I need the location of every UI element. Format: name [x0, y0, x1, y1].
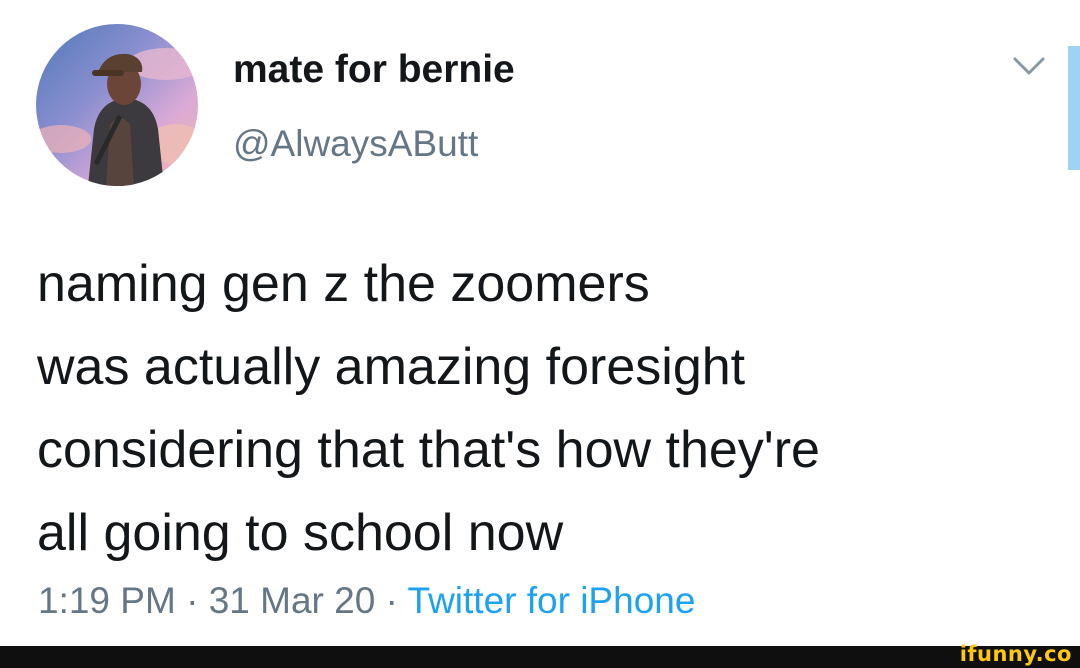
avatar[interactable]	[36, 24, 198, 186]
tweet-metadata: 1:19 PM · 31 Mar 20 · Twitter for iPhone	[38, 580, 695, 622]
user-handle[interactable]: @AlwaysAButt	[233, 123, 478, 165]
tweet-time[interactable]: 1:19 PM	[38, 580, 176, 621]
tweet-date[interactable]: 31 Mar 20	[209, 580, 376, 621]
chevron-down-icon[interactable]	[1011, 54, 1047, 78]
display-name[interactable]: mate for bernie	[233, 48, 515, 92]
tweet-source-link[interactable]: Twitter for iPhone	[408, 580, 696, 621]
separator-dot: ·	[385, 580, 398, 621]
tweet-text-line: considering that that's how they're	[37, 421, 820, 479]
tweet-text-line: all going to school now	[37, 504, 564, 562]
tweet-text-line: was actually amazing foresight	[37, 338, 746, 396]
separator-dot: ·	[186, 580, 199, 621]
ifunny-watermark: ifunny.co	[959, 642, 1072, 666]
scrollbar-thumb	[1068, 46, 1080, 170]
tweet-text: naming gen z the zoomers was actually am…	[37, 243, 1067, 575]
tweet-text-line: naming gen z the zoomers	[37, 255, 650, 313]
watermark-bar: ifunny.co	[0, 642, 1080, 668]
tweet-card: mate for bernie @AlwaysAButt naming gen …	[0, 0, 1080, 646]
avatar-photo	[36, 48, 198, 186]
